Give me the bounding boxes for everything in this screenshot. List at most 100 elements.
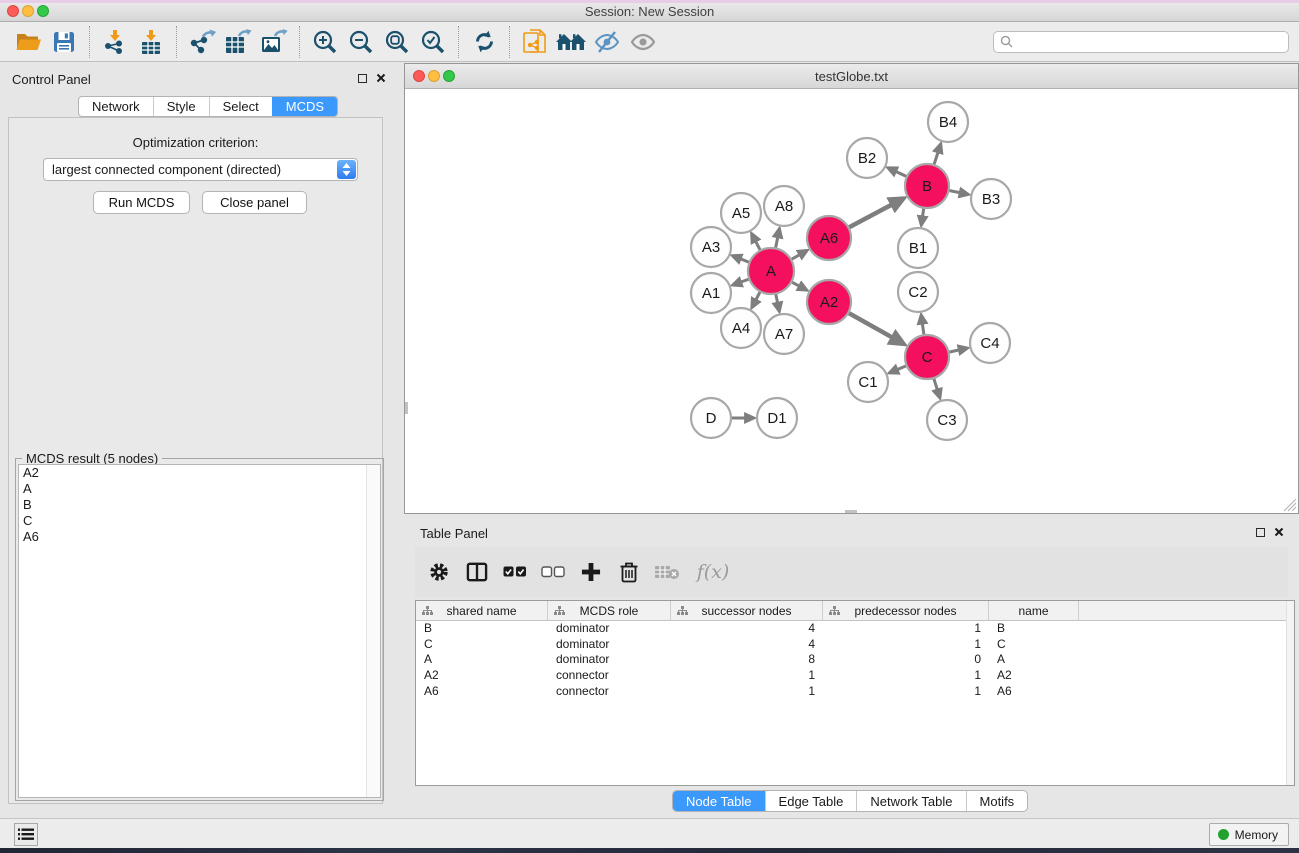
cell-successor-nodes[interactable]: 4	[671, 637, 823, 653]
export-table-button[interactable]	[220, 25, 256, 59]
mcds-result-item[interactable]: B	[19, 497, 380, 513]
delete-table-button[interactable]	[653, 557, 681, 587]
node-A7[interactable]: A7	[764, 314, 804, 354]
tab-select[interactable]: Select	[209, 97, 272, 116]
node-B[interactable]: B	[905, 164, 949, 208]
node-A6[interactable]: A6	[807, 216, 851, 260]
node-A[interactable]: A	[748, 248, 794, 294]
network-window-titlebar[interactable]: testGlobe.txt	[405, 64, 1298, 89]
table-row[interactable]: A2connector11A2	[416, 668, 1294, 684]
cell-shared-name[interactable]: A2	[416, 668, 548, 684]
cell-successor-nodes[interactable]: 1	[671, 668, 823, 684]
select-all-rows-button[interactable]	[501, 557, 529, 587]
memory-button[interactable]: Memory	[1209, 823, 1289, 846]
refresh-layout-button[interactable]	[466, 25, 502, 59]
node-D1[interactable]: D1	[757, 398, 797, 438]
delete-column-button[interactable]	[615, 557, 643, 587]
table-row[interactable]: Adominator80A	[416, 652, 1294, 668]
node-C4[interactable]: C4	[970, 323, 1010, 363]
column-header-MCDS-role[interactable]: MCDS role	[548, 601, 671, 620]
mcds-result-item[interactable]: C	[19, 513, 380, 529]
cell-MCDS-role[interactable]: connector	[548, 684, 671, 700]
cell-shared-name[interactable]: A6	[416, 684, 548, 700]
show-graphics-details-button[interactable]	[625, 25, 661, 59]
close-table-panel-icon[interactable]	[1274, 527, 1284, 537]
column-header-predecessor-nodes[interactable]: predecessor nodes	[823, 601, 989, 620]
cell-successor-nodes[interactable]: 1	[671, 684, 823, 700]
zoom-fit-button[interactable]	[379, 25, 415, 59]
criterion-dropdown[interactable]: largest connected component (directed)	[43, 158, 358, 181]
node-C2[interactable]: C2	[898, 272, 938, 312]
float-panel-icon[interactable]	[358, 74, 367, 83]
node-A8[interactable]: A8	[764, 186, 804, 226]
node-A2[interactable]: A2	[807, 280, 851, 324]
deselect-all-rows-button[interactable]	[539, 557, 567, 587]
cell-predecessor-nodes[interactable]: 1	[823, 621, 989, 637]
column-header-name[interactable]: name	[989, 601, 1079, 620]
table-row[interactable]: Cdominator41C	[416, 637, 1294, 653]
table-tab-node-table[interactable]: Node Table	[673, 791, 765, 811]
table-tab-edge-table[interactable]: Edge Table	[765, 791, 857, 811]
table-row[interactable]: Bdominator41B	[416, 621, 1294, 637]
table-tab-motifs[interactable]: Motifs	[966, 791, 1028, 811]
mcds-result-list[interactable]: A2ABCA6	[18, 464, 381, 798]
tab-mcds[interactable]: MCDS	[272, 97, 337, 116]
table-settings-button[interactable]	[425, 557, 453, 587]
cell-successor-nodes[interactable]: 8	[671, 652, 823, 668]
export-image-button[interactable]	[256, 25, 292, 59]
node-A1[interactable]: A1	[691, 273, 731, 313]
import-table-button[interactable]	[133, 25, 169, 59]
function-builder-button[interactable]: f(x)	[691, 557, 735, 587]
cell-predecessor-nodes[interactable]: 1	[823, 684, 989, 700]
home-button[interactable]	[553, 25, 589, 59]
tab-style[interactable]: Style	[153, 97, 209, 116]
cell-predecessor-nodes[interactable]: 0	[823, 652, 989, 668]
cell-successor-nodes[interactable]: 4	[671, 621, 823, 637]
canvas-vertical-scrollbar[interactable]	[405, 402, 408, 414]
cell-predecessor-nodes[interactable]: 1	[823, 668, 989, 684]
run-mcds-button[interactable]: Run MCDS	[93, 191, 190, 214]
network-canvas[interactable]: B4B2BB3A8A5A6A3B1AA1C2A2A4A7C4CC1DD1C3	[405, 89, 1298, 513]
cell-shared-name[interactable]: C	[416, 637, 548, 653]
table-tab-network-table[interactable]: Network Table	[856, 791, 965, 811]
cell-name[interactable]: A2	[989, 668, 1079, 684]
show-column-panel-button[interactable]	[463, 557, 491, 587]
list-scrollbar[interactable]	[366, 465, 380, 797]
hide-graphics-details-button[interactable]	[589, 25, 625, 59]
node-A3[interactable]: A3	[691, 227, 731, 267]
export-network-button[interactable]	[184, 25, 220, 59]
mcds-result-item[interactable]: A6	[19, 529, 380, 545]
cell-MCDS-role[interactable]: dominator	[548, 652, 671, 668]
zoom-in-button[interactable]	[307, 25, 343, 59]
add-column-button[interactable]	[577, 557, 605, 587]
cell-predecessor-nodes[interactable]: 1	[823, 637, 989, 653]
node-table[interactable]: shared nameMCDS rolesuccessor nodesprede…	[415, 600, 1295, 786]
save-session-button[interactable]	[46, 25, 82, 59]
node-A5[interactable]: A5	[721, 193, 761, 233]
node-D[interactable]: D	[691, 398, 731, 438]
zoom-selected-button[interactable]	[415, 25, 451, 59]
mcds-result-item[interactable]: A2	[19, 465, 380, 481]
column-header-successor-nodes[interactable]: successor nodes	[671, 601, 823, 620]
import-network-button[interactable]	[97, 25, 133, 59]
network-from-file-button[interactable]	[517, 25, 553, 59]
cell-MCDS-role[interactable]: connector	[548, 668, 671, 684]
close-panel-button[interactable]: Close panel	[202, 191, 307, 214]
network-graph[interactable]: B4B2BB3A8A5A6A3B1AA1C2A2A4A7C4CC1DD1C3	[405, 89, 1298, 513]
task-history-button[interactable]	[14, 823, 38, 846]
node-A4[interactable]: A4	[721, 308, 761, 348]
node-C[interactable]: C	[905, 335, 949, 379]
search-box[interactable]	[993, 31, 1289, 53]
open-session-button[interactable]	[10, 25, 46, 59]
cell-MCDS-role[interactable]: dominator	[548, 637, 671, 653]
search-input[interactable]	[1013, 35, 1282, 49]
node-B2[interactable]: B2	[847, 138, 887, 178]
node-B3[interactable]: B3	[971, 179, 1011, 219]
table-scrollbar[interactable]	[1286, 601, 1294, 785]
canvas-horizontal-scrollbar[interactable]	[845, 510, 857, 513]
cell-shared-name[interactable]: A	[416, 652, 548, 668]
cell-name[interactable]: B	[989, 621, 1079, 637]
cell-name[interactable]: A6	[989, 684, 1079, 700]
table-row[interactable]: A6connector11A6	[416, 684, 1294, 700]
node-C1[interactable]: C1	[848, 362, 888, 402]
